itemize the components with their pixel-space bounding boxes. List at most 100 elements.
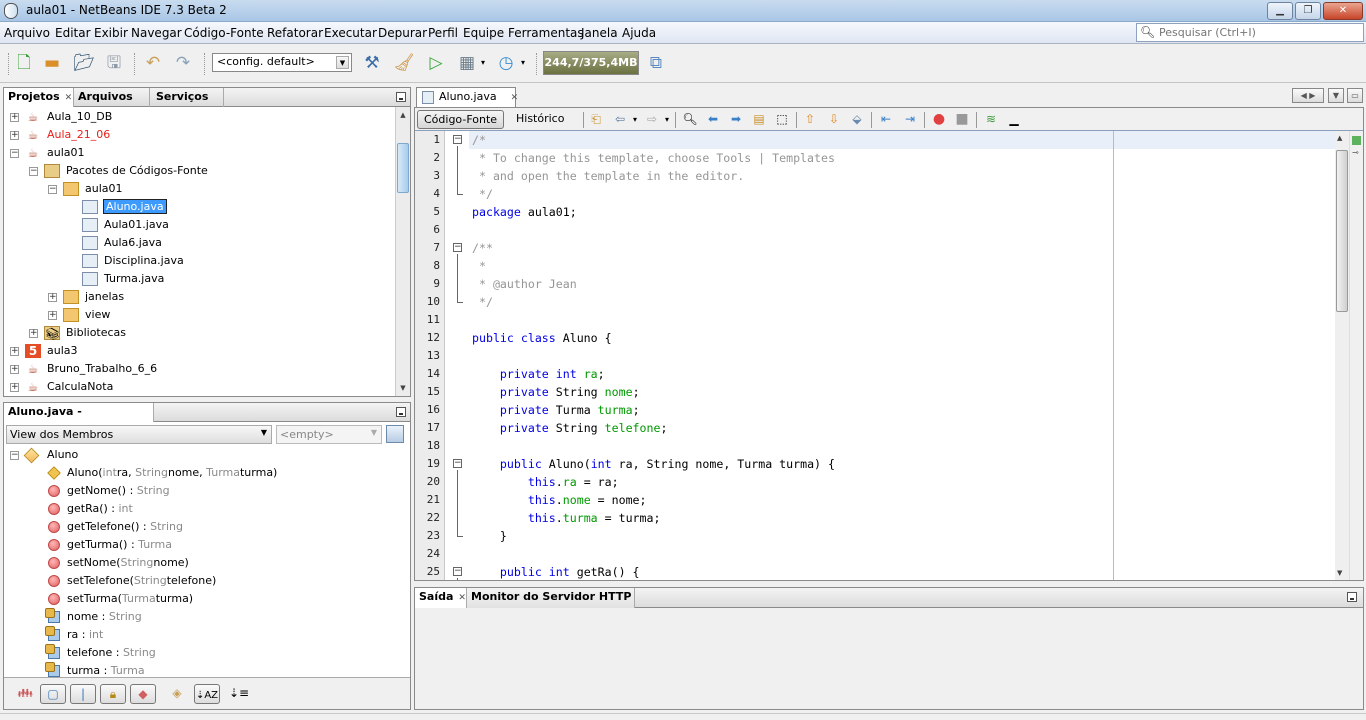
- show-inherited-button[interactable]: 👪︎: [12, 684, 38, 704]
- close-tab-icon[interactable]: ✕: [65, 93, 73, 103]
- expand-icon[interactable]: +: [10, 112, 19, 122]
- fqn-button[interactable]: ◈: [164, 684, 190, 704]
- profile-dropdown[interactable]: ▾: [518, 51, 528, 75]
- code-line[interactable]: * @author Jean: [472, 275, 577, 293]
- scroll-up-arrow[interactable]: ▲: [1337, 134, 1342, 142]
- menu-equipe[interactable]: Equipe: [463, 26, 504, 40]
- uncomment-button[interactable]: ▁: [1005, 111, 1023, 128]
- show-fields-filter[interactable]: ▢: [40, 684, 66, 704]
- back-dropdown[interactable]: ▾: [631, 111, 639, 128]
- shift-left-button[interactable]: ⇤: [877, 111, 895, 128]
- code-line[interactable]: public Aluno(int ra, String nome, Turma …: [472, 455, 835, 473]
- minimize-panel-button[interactable]: [1347, 592, 1357, 602]
- tab-projetos[interactable]: Projetos ✕: [4, 88, 74, 107]
- code-line[interactable]: public int getRa() {: [472, 563, 640, 580]
- show-static-filter[interactable]: |: [70, 684, 96, 704]
- method-member[interactable]: setTurma(Turmaturma): [48, 590, 193, 608]
- tree-node[interactable]: + ☕ CalculaNota: [10, 378, 113, 396]
- close-tab-icon[interactable]: ✕: [458, 593, 466, 603]
- debug-dropdown[interactable]: ▾: [478, 51, 488, 75]
- minimize-panel-button[interactable]: [396, 92, 406, 102]
- scroll-down-arrow[interactable]: ▼: [1337, 569, 1342, 577]
- clean-build-button[interactable]: 🧹︎: [392, 51, 416, 75]
- expand-icon[interactable]: +: [48, 292, 57, 302]
- method-member[interactable]: getTelefone() : String: [48, 518, 183, 536]
- stop-macro-button[interactable]: ■: [953, 111, 971, 128]
- comment-button[interactable]: ≋: [982, 111, 1000, 128]
- gc-button[interactable]: ⧉: [644, 51, 668, 75]
- method-member[interactable]: setTelefone(Stringtelefone): [48, 572, 216, 590]
- scroll-down-arrow[interactable]: ▼: [397, 381, 409, 395]
- source-view-button[interactable]: Código-Fonte: [417, 110, 505, 129]
- build-button[interactable]: ⚒: [360, 51, 384, 75]
- code-line[interactable]: this.ra = ra;: [472, 473, 619, 491]
- editor-scrollbar[interactable]: ▲ ▼: [1335, 131, 1349, 580]
- memory-gc-button[interactable]: 244,7/375,4MB: [543, 51, 639, 75]
- sort-by-source-button[interactable]: ⇣≡: [226, 684, 252, 704]
- navigator-layout-button[interactable]: [386, 425, 404, 443]
- constructor-member[interactable]: Aluno(intra, Stringnome, Turmaturma): [47, 464, 277, 482]
- scroll-thumb[interactable]: [397, 143, 409, 193]
- code-line[interactable]: /**: [472, 239, 493, 257]
- next-bookmark-button[interactable]: ⇩: [825, 111, 843, 128]
- history-view-button[interactable]: Histórico: [510, 110, 570, 129]
- menu-navegar[interactable]: Navegar: [131, 26, 182, 40]
- find-selection-button[interactable]: 🔍︎: [681, 111, 699, 128]
- redo-button[interactable]: ↷: [171, 51, 195, 75]
- tree-node[interactable]: − ☕ aula01: [10, 144, 85, 162]
- navigator-view-select[interactable]: View dos Membros ▼: [6, 425, 272, 444]
- code-line[interactable]: this.nome = nome;: [472, 491, 647, 509]
- menu-ajuda[interactable]: Ajuda: [622, 26, 656, 40]
- tree-node[interactable]: +5 aula3: [10, 342, 78, 360]
- search-box[interactable]: 🔍︎: [1136, 23, 1364, 42]
- method-member[interactable]: setNome(Stringnome): [48, 554, 189, 572]
- code-line[interactable]: *: [472, 257, 486, 275]
- scroll-tabs-buttons[interactable]: ◀ ▶: [1292, 88, 1324, 103]
- find-previous-button[interactable]: ⬅: [704, 111, 722, 128]
- open-project-button[interactable]: 📂︎: [72, 51, 96, 75]
- previous-bookmark-button[interactable]: ⇧: [801, 111, 819, 128]
- minimize-panel-button[interactable]: [396, 407, 406, 417]
- code-line[interactable]: * and open the template in the editor.: [472, 167, 744, 185]
- toggle-highlight-button[interactable]: ▤: [750, 111, 768, 128]
- tree-node[interactable]: − Pacotes de Códigos-Fonte: [29, 162, 208, 180]
- menu-exibir[interactable]: Exibir: [94, 26, 128, 40]
- tab-aluno-java[interactable]: Aluno.java ✕: [416, 87, 518, 107]
- expand-icon[interactable]: +: [10, 346, 19, 356]
- menu-perfil[interactable]: Perfil: [428, 26, 458, 40]
- new-file-button[interactable]: 🗋: [12, 51, 36, 75]
- expand-icon[interactable]: +: [10, 364, 19, 374]
- close-button[interactable]: ✕: [1323, 2, 1363, 20]
- tab-navigator[interactable]: Aluno.java - Navegador✕: [4, 403, 154, 436]
- code-line[interactable]: private String nome;: [472, 383, 640, 401]
- profile-button[interactable]: ◷: [494, 51, 518, 75]
- shift-right-button[interactable]: ⇥: [901, 111, 919, 128]
- forward-dropdown[interactable]: ▾: [663, 111, 671, 128]
- navigator-filter-select[interactable]: <empty> ▼: [276, 425, 382, 444]
- new-project-button[interactable]: ▬: [40, 51, 64, 75]
- last-edit-button[interactable]: ⎗: [587, 111, 605, 128]
- tree-node[interactable]: Aula6.java: [67, 234, 162, 252]
- collapse-icon[interactable]: −: [10, 450, 19, 460]
- menu-executar[interactable]: Executar: [324, 26, 377, 40]
- menu-refatorar[interactable]: Refatorar: [267, 26, 323, 40]
- fold-collapse-icon[interactable]: −: [453, 243, 462, 252]
- tab-saida[interactable]: Saída ✕: [415, 588, 467, 608]
- tree-node[interactable]: + ☕ Bruno_Trabalho_6_6: [10, 360, 157, 378]
- tree-node[interactable]: Disciplina.java: [67, 252, 184, 270]
- tree-node[interactable]: + ☕ Aula_21_06: [10, 126, 110, 144]
- tree-node[interactable]: − aula01: [48, 180, 123, 198]
- projects-scrollbar[interactable]: ▲ ▼: [395, 107, 410, 396]
- forward-button[interactable]: ⇨: [643, 111, 661, 128]
- tree-node[interactable]: Turma.java: [67, 270, 164, 288]
- run-button[interactable]: ▷: [424, 51, 448, 75]
- scroll-up-arrow[interactable]: ▲: [397, 108, 409, 122]
- method-member[interactable]: getNome() : String: [48, 482, 170, 500]
- menu-janela[interactable]: Janela: [581, 26, 618, 40]
- code-line[interactable]: }: [472, 527, 507, 545]
- method-member[interactable]: getTurma() : Turma: [48, 536, 172, 554]
- tab-arquivos[interactable]: Arquivos: [74, 88, 150, 107]
- tab-servicos[interactable]: Serviços: [150, 88, 224, 107]
- close-project-button[interactable]: 🖫: [102, 51, 126, 75]
- scroll-thumb[interactable]: [1336, 150, 1348, 312]
